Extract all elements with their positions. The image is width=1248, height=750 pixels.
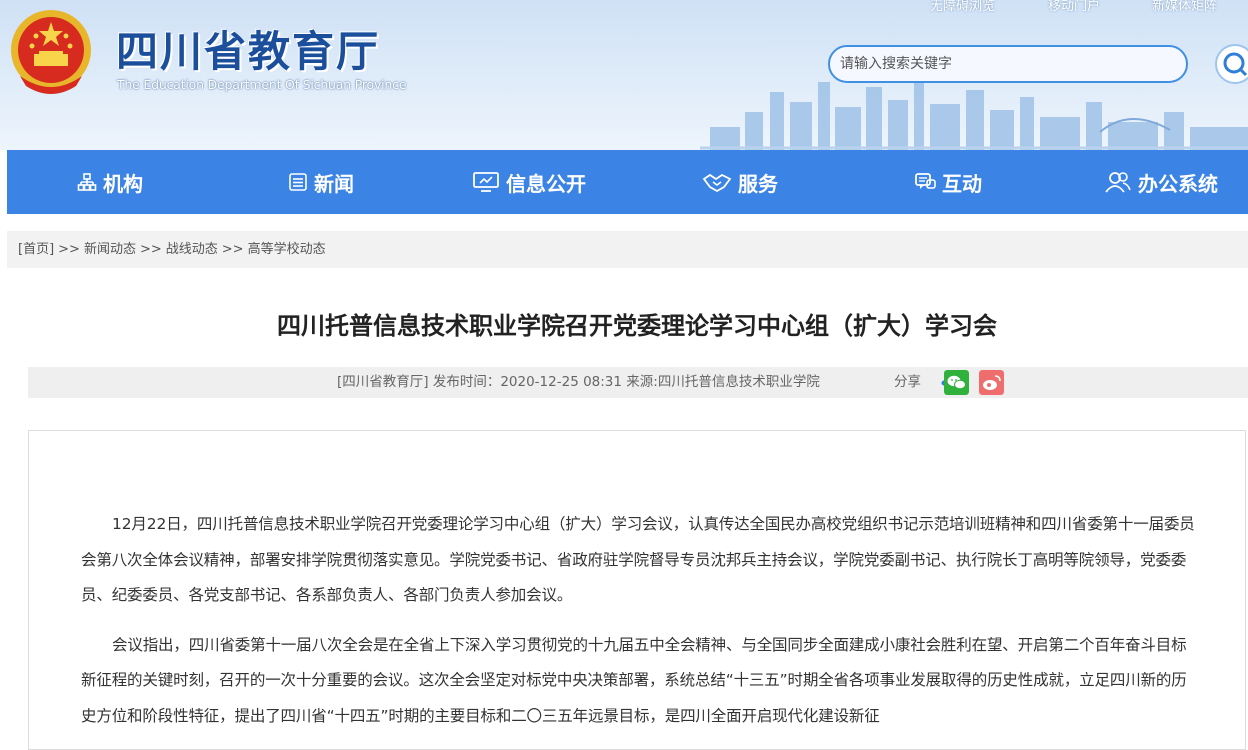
- search-button[interactable]: [1215, 44, 1248, 84]
- nav-item-label: 互动: [942, 171, 982, 196]
- breadcrumb: [首页] >> 新闻动态 >> 战线动态 >> 高等学校动态: [7, 231, 1248, 268]
- breadcrumb-home[interactable]: [首页]: [18, 242, 54, 257]
- org-chart-icon: [77, 173, 97, 191]
- search-icon: [1223, 52, 1248, 77]
- city-skyline-illustration: [700, 77, 1248, 150]
- monitor-icon: [473, 172, 499, 192]
- nav-item-office-system[interactable]: 办公系统: [1104, 150, 1218, 214]
- article-title: 四川托普信息技术职业学院召开党委理论学习中心组（扩大）学习会: [277, 312, 997, 340]
- article-meta-bar: [四川省教育厅] 发布时间：2020-12-25 08:31 来源:四川托普信息…: [28, 367, 1248, 398]
- nav-item-label: 办公系统: [1138, 171, 1218, 196]
- article-paragraph: 会议指出，四川省委第十一届八次全会是在全省上下深入学习贯彻党的十九届五中全会精神…: [81, 635, 1187, 725]
- article-paragraph: 12月22日，四川托普信息技术职业学院召开党委理论学习中心组（扩大）学习会议，认…: [81, 515, 1195, 604]
- nav-item-label: 新闻: [314, 171, 354, 196]
- handshake-icon: [702, 173, 732, 193]
- users-icon: [1105, 172, 1131, 193]
- nav-item-interaction[interactable]: 互动: [914, 150, 982, 214]
- article-body: 12月22日，四川托普信息技术职业学院召开党委理论学习中心组（扩大）学习会议，认…: [81, 507, 1201, 748]
- mobile-portal-link[interactable]: 移动门户: [1048, 0, 1100, 14]
- main-nav: 机构 新闻 信息公开 服务 互动 办公系统: [7, 150, 1248, 214]
- article-meta: [四川省教育厅] 发布时间：2020-12-25 08:31 来源:四川托普信息…: [337, 374, 820, 390]
- nav-item-label: 机构: [103, 171, 143, 196]
- nav-item-info-disclosure[interactable]: 信息公开: [472, 150, 586, 214]
- search-input[interactable]: [830, 47, 1186, 81]
- breadcrumb-separator: >>: [58, 242, 80, 257]
- nav-item-label: 服务: [738, 171, 778, 196]
- new-media-link[interactable]: 新媒体矩阵: [1152, 0, 1217, 14]
- weibo-share-icon[interactable]: [979, 370, 1004, 395]
- nav-item-label: 信息公开: [506, 171, 586, 196]
- site-subtitle: The Education Department Of Sichuan Prov…: [117, 77, 407, 92]
- nav-item-news[interactable]: 新闻: [288, 150, 354, 214]
- nav-item-service[interactable]: 服务: [702, 150, 778, 214]
- site-title: 四川省教育厅: [116, 27, 381, 76]
- breadcrumb-news[interactable]: 新闻动态: [84, 242, 136, 257]
- breadcrumb-separator: >>: [139, 242, 162, 257]
- site-header: 四川省教育厅 The Education Department Of Sichu…: [0, 0, 1248, 150]
- search-box: [828, 45, 1188, 83]
- breadcrumb-front-news[interactable]: 战线动态: [166, 242, 218, 257]
- accessibility-link[interactable]: 无障碍浏览: [930, 0, 995, 14]
- nav-item-org[interactable]: 机构: [77, 150, 143, 214]
- newspaper-icon: [289, 173, 307, 191]
- national-emblem-icon: [11, 10, 91, 94]
- share-label: 分享: [894, 374, 921, 390]
- chat-icon: [915, 173, 936, 189]
- wechat-share-icon[interactable]: [944, 370, 969, 395]
- breadcrumb-separator: >>: [221, 242, 244, 257]
- breadcrumb-higher-education[interactable]: 高等学校动态: [248, 242, 326, 257]
